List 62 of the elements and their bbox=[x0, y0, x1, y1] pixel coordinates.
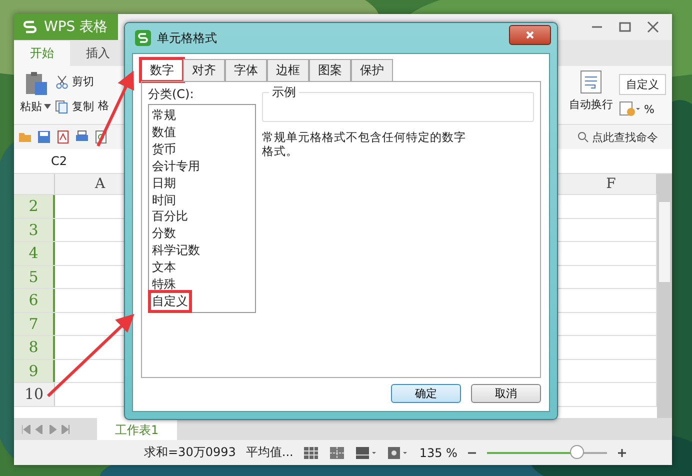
category-item[interactable]: 货币 bbox=[151, 140, 177, 158]
category-item[interactable]: 特殊 bbox=[151, 276, 177, 293]
copy-button[interactable]: 复制 bbox=[55, 99, 94, 114]
category-label: 分类(C): bbox=[148, 86, 195, 103]
sum-readout: 求和=30万0993 bbox=[144, 444, 236, 461]
dialog-button[interactable]: 确定 bbox=[391, 384, 461, 403]
close-button[interactable] bbox=[509, 25, 551, 45]
layout-icon[interactable] bbox=[355, 446, 378, 460]
search-field[interactable]: 点此查找命令 bbox=[577, 130, 668, 144]
ribbon-tab[interactable]: 插入 bbox=[70, 41, 126, 66]
dialog-tab[interactable]: 数字 bbox=[141, 59, 183, 81]
currency-icon[interactable] bbox=[619, 101, 641, 117]
vertical-scrollbar[interactable] bbox=[657, 174, 672, 418]
normal-view-icon[interactable] bbox=[303, 446, 320, 460]
cut-button[interactable]: 剪切 bbox=[55, 74, 94, 89]
dialog-tab[interactable]: 图案 bbox=[309, 59, 351, 81]
dialog-tab[interactable]: 保护 bbox=[351, 59, 393, 81]
sample-label: 示例 bbox=[269, 84, 299, 101]
close-icon bbox=[525, 30, 535, 40]
search-icon bbox=[577, 131, 589, 143]
category-item[interactable]: 常规 bbox=[151, 107, 177, 124]
name-box[interactable]: C2 bbox=[14, 154, 104, 168]
wrap-text-button[interactable]: 自动换行 bbox=[569, 70, 613, 120]
category-item[interactable]: 文本 bbox=[151, 259, 177, 276]
copy-icon bbox=[55, 100, 69, 114]
dialog-tab[interactable]: 边框 bbox=[267, 59, 309, 81]
eye-protection-icon[interactable] bbox=[387, 446, 410, 460]
dialog-tab[interactable]: 字体 bbox=[225, 59, 267, 81]
zoom-slider[interactable] bbox=[570, 444, 584, 458]
category-item[interactable]: 时间 bbox=[151, 192, 177, 208]
average-readout: 平均值... bbox=[246, 444, 294, 461]
category-item[interactable]: 会计专用 bbox=[151, 158, 201, 175]
sheet-tab[interactable]: 工作表1 bbox=[97, 418, 177, 440]
print-icon[interactable] bbox=[75, 130, 89, 144]
category-item[interactable]: 自定义 bbox=[151, 292, 189, 310]
category-item[interactable]: 科学记数 bbox=[151, 242, 201, 260]
caret-icon bbox=[44, 104, 51, 109]
category-item[interactable]: 百分比 bbox=[151, 208, 189, 226]
save-icon[interactable] bbox=[37, 130, 51, 144]
number-format-dropdown[interactable]: 自定义 bbox=[619, 74, 666, 95]
pdf-icon[interactable] bbox=[56, 130, 70, 144]
page-break-view-icon[interactable] bbox=[329, 446, 346, 460]
ribbon-tab[interactable]: 开始 bbox=[14, 41, 70, 66]
row-header[interactable]: 10 bbox=[14, 383, 55, 406]
category-item[interactable]: 分数 bbox=[151, 225, 177, 242]
zoom-readout: 135 % bbox=[419, 446, 458, 460]
category-item[interactable]: 数值 bbox=[151, 124, 177, 141]
format-painter-button[interactable]: 格 bbox=[98, 98, 109, 113]
dialog-button[interactable]: 取消 bbox=[471, 384, 541, 403]
wrap-text-icon bbox=[580, 70, 602, 94]
maximize-icon[interactable] bbox=[618, 20, 632, 34]
dialog-title: 单元格格式 bbox=[157, 30, 218, 46]
wps-logo-icon bbox=[22, 19, 38, 35]
zoom-in-icon[interactable] bbox=[617, 448, 628, 458]
close-icon[interactable] bbox=[646, 20, 660, 34]
scissors-icon bbox=[55, 74, 69, 88]
wps-logo-icon bbox=[135, 30, 151, 46]
category-item[interactable]: 日期 bbox=[151, 174, 177, 192]
paste-button[interactable]: 粘贴 bbox=[20, 70, 51, 120]
format-description: 常规单元格格式不包含任何特定的数字格式。 bbox=[262, 130, 467, 158]
percent-button[interactable]: % bbox=[644, 102, 654, 116]
dialog-tab[interactable]: 对齐 bbox=[183, 59, 225, 81]
